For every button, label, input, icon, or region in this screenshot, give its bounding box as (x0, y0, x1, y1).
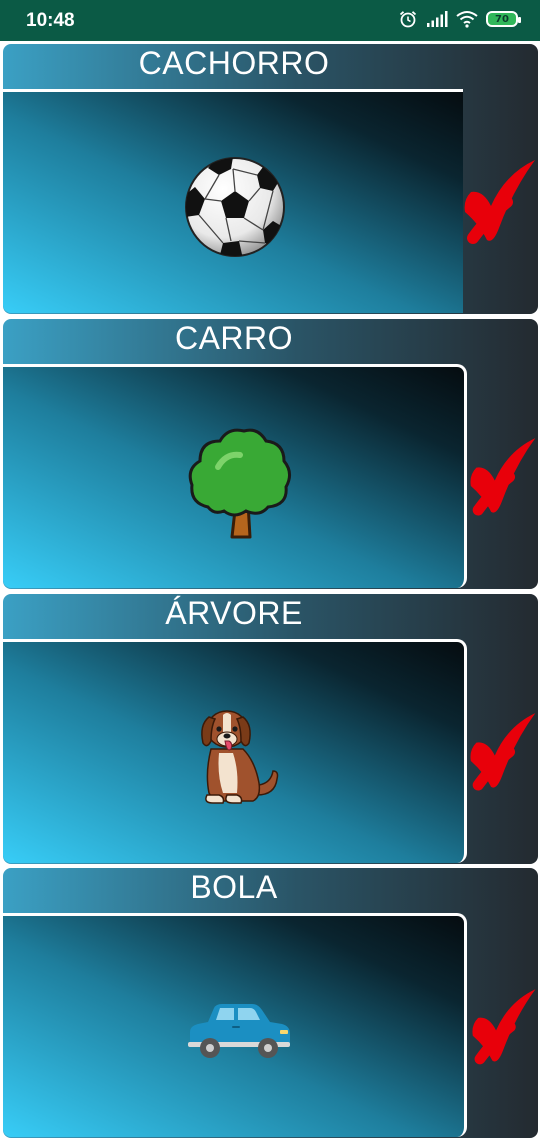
battery-icon: 70 (486, 11, 521, 27)
card-word: BOLA (190, 869, 278, 905)
card-word: CACHORRO (138, 45, 330, 81)
status-time: 10:48 (26, 10, 75, 31)
status-icons: 70 (398, 9, 521, 29)
car-image (188, 1004, 290, 1058)
status-bar: 10:48 70 (0, 0, 540, 41)
image-panel[interactable] (3, 364, 467, 588)
card-word: ÁRVORE (165, 595, 303, 631)
battery-level: 70 (495, 13, 509, 25)
wrong-x-icon (472, 989, 536, 1065)
image-panel[interactable] (3, 89, 463, 313)
wrong-x-icon (470, 438, 536, 516)
alarm-icon (399, 11, 417, 28)
dog-image (201, 710, 279, 804)
image-panel[interactable] (3, 639, 467, 863)
word-card[interactable]: CACHORRO (3, 44, 538, 314)
image-panel[interactable] (3, 913, 467, 1137)
card-word: CARRO (174, 320, 294, 356)
wifi-icon (456, 11, 478, 28)
soccer-ball-image (185, 157, 285, 257)
signal-icon (427, 11, 448, 27)
tree-image (188, 428, 291, 539)
word-card[interactable]: ÁRVORE (3, 594, 538, 864)
word-card[interactable]: BOLA (3, 868, 538, 1138)
word-card[interactable]: CARRO (3, 319, 538, 589)
wrong-x-icon (464, 160, 535, 244)
wrong-x-icon (470, 713, 536, 791)
